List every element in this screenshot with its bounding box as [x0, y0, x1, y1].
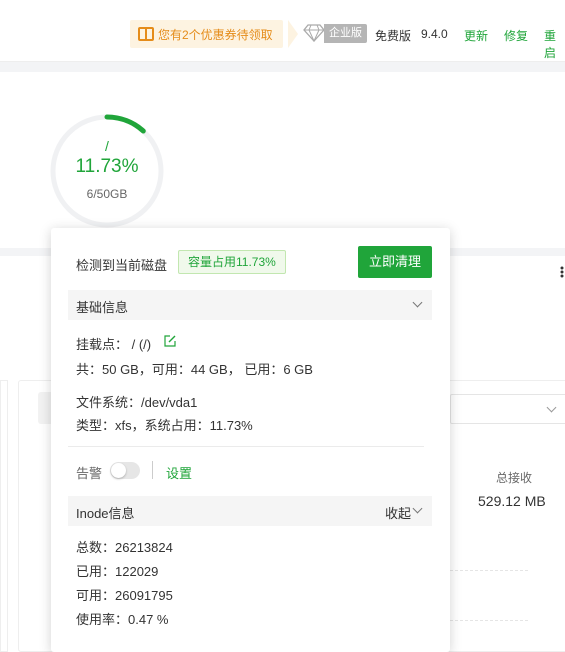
- chevron-down-icon: [412, 297, 423, 308]
- inode-usage: 使用率：0.47 %: [76, 612, 169, 627]
- update-link[interactable]: 更新: [464, 27, 488, 44]
- inode-used: 已用：122029: [76, 564, 159, 579]
- alarm-settings-link[interactable]: 设置: [166, 463, 192, 482]
- gauge-mount-label: /: [105, 138, 109, 154]
- disk-info-popover: 检测到当前磁盘 容量占用11.73% 立即清理 基础信息 挂载点： / (/) …: [51, 228, 450, 652]
- coupon-banner[interactable]: 您有2个优惠券待领取: [130, 20, 283, 48]
- free-edition-label: 免费版: [375, 29, 412, 43]
- toggle-knob: [111, 463, 126, 478]
- capacity-info: 共：50 GB，可用：44 GB， 已用：6 GB: [76, 362, 313, 377]
- gauge-percent: 11.73%: [75, 156, 139, 177]
- type-info: 类型：xfs，系统占用：11.73%: [76, 418, 253, 433]
- version-label: 9.4.0: [421, 27, 448, 41]
- basic-info-title: 基础信息: [76, 300, 129, 315]
- usage-badge: 容量占用11.73%: [178, 250, 286, 274]
- collapse-toggle[interactable]: 收起: [385, 503, 411, 522]
- gauge-size: 6/50GB: [86, 187, 128, 201]
- enterprise-badge[interactable]: 企业版: [324, 24, 367, 43]
- more-icon[interactable]: [560, 266, 564, 278]
- alarm-toggle[interactable]: [110, 462, 140, 479]
- inode-info-title: Inode信息: [76, 506, 135, 521]
- alarm-label: 告警: [76, 466, 103, 481]
- chevron-down-icon[interactable]: [412, 503, 423, 514]
- filesystem-info: 文件系统：/dev/vda1: [76, 395, 198, 410]
- coupon-text: 您有2个优惠券待领取: [158, 27, 273, 42]
- grid-line: [450, 620, 528, 621]
- diamond-icon: [303, 24, 325, 42]
- gift-icon: [138, 27, 154, 41]
- restart-link[interactable]: 重启: [544, 27, 565, 61]
- interface-select[interactable]: [450, 394, 565, 424]
- separator: [152, 461, 153, 479]
- divider: [68, 446, 424, 447]
- popover-title: 检测到当前磁盘: [76, 258, 168, 273]
- inode-available: 可用：26091795: [76, 588, 173, 603]
- repair-link[interactable]: 修复: [504, 27, 528, 44]
- mount-point: 挂载点： / (/): [76, 337, 152, 352]
- disk-usage-arc: [104, 114, 146, 134]
- left-card: [0, 380, 8, 652]
- top-bar: 您有2个优惠券待领取 企业版 免费版 9.4.0 更新 修复 重启: [0, 0, 565, 62]
- grid-line: [450, 570, 528, 571]
- inode-info-header: Inode信息 收起: [68, 496, 432, 526]
- total-recv-value: 529.12 MB: [478, 493, 546, 509]
- total-recv-label: 总接收: [496, 471, 533, 485]
- coupon-banner-arrow: [288, 20, 298, 48]
- basic-info-header[interactable]: 基础信息: [68, 290, 432, 320]
- clean-now-button[interactable]: 立即清理: [358, 246, 432, 278]
- inode-total: 总数：26213824: [76, 540, 173, 555]
- edit-icon[interactable]: [164, 335, 176, 347]
